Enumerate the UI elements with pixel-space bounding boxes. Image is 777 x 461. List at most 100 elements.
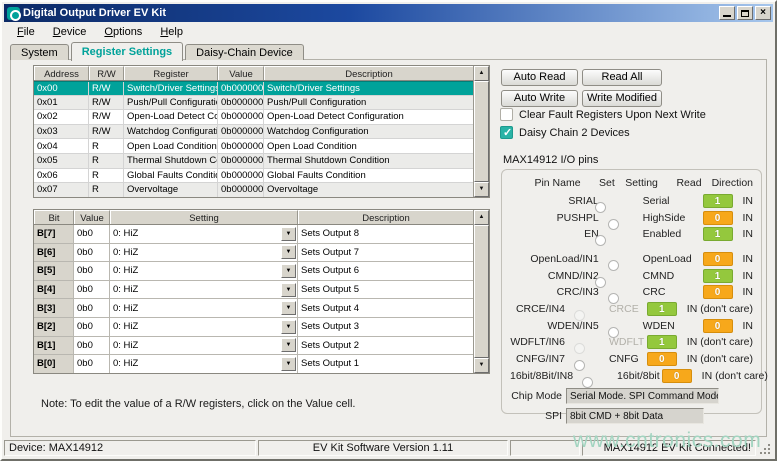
resize-grip[interactable] xyxy=(759,443,771,455)
bit-table-row[interactable]: B[5] 0b0 0: HiZ ▼ Sets Output 6 xyxy=(34,262,473,281)
chip-mode-label: Chip Mode xyxy=(510,390,566,402)
pin-direction: IN (don't care) xyxy=(692,370,768,382)
pin-row: 16bit/8Bit/IN8 16bit/8bit 0 IN (don't ca… xyxy=(510,368,753,384)
header-setting: Setting xyxy=(619,177,674,189)
pin-direction: IN xyxy=(733,195,754,207)
setting-dropdown[interactable]: 0: HiZ ▼ xyxy=(113,244,296,262)
scroll-up-icon[interactable]: ▲ xyxy=(474,210,489,225)
bit-table-row[interactable]: B[6] 0b0 0: HiZ ▼ Sets Output 7 xyxy=(34,244,473,263)
scroll-down-icon[interactable]: ▼ xyxy=(474,358,489,373)
bit-table-header: Bit Value Setting Description xyxy=(34,210,473,225)
register-table-row[interactable]: 0x05 R Thermal Shutdown Con... 0b0000000… xyxy=(34,154,473,169)
pin-setting-label: 16bit/8bit xyxy=(611,370,660,382)
chevron-down-icon[interactable]: ▼ xyxy=(281,245,296,259)
clear-fault-checkbox-row[interactable]: Clear Fault Registers Upon Next Write xyxy=(500,108,706,121)
chevron-down-icon[interactable]: ▼ xyxy=(281,357,296,371)
register-table-row[interactable]: 0x06 R Global Faults Condition 0b0000000… xyxy=(34,169,473,184)
app-window: Digital Output Driver EV Kit × FileDevic… xyxy=(0,0,777,461)
bit-table-row[interactable]: B[4] 0b0 0: HiZ ▼ Sets Output 5 xyxy=(34,281,473,300)
toggle-knob xyxy=(595,235,606,246)
header-direction: Direction xyxy=(702,177,753,189)
close-button[interactable]: × xyxy=(755,6,771,20)
chevron-down-icon[interactable]: ▼ xyxy=(281,338,296,352)
toggle-knob xyxy=(582,377,593,388)
bit-table-row[interactable]: B[3] 0b0 0: HiZ ▼ Sets Output 4 xyxy=(34,299,473,318)
col-setting: Setting xyxy=(110,210,298,224)
bit-table-row[interactable]: B[0] 0b0 0: HiZ ▼ Sets Output 1 xyxy=(34,355,473,373)
status-device: Device: MAX14912 xyxy=(4,440,256,456)
register-table-scrollbar[interactable]: ▲ ▼ xyxy=(473,66,489,197)
chevron-down-icon[interactable]: ▼ xyxy=(281,301,296,315)
pin-direction: IN (don't care) xyxy=(677,353,753,365)
value-cell[interactable]: 0b00000000 xyxy=(218,183,264,197)
setting-dropdown[interactable]: 0: HiZ ▼ xyxy=(113,337,296,355)
pin-name: CMND/IN2 xyxy=(510,270,607,282)
bit-table-row[interactable]: B[1] 0b0 0: HiZ ▼ Sets Output 2 xyxy=(34,337,473,356)
menu-options[interactable]: Options xyxy=(95,24,151,40)
pin-direction: IN xyxy=(733,270,754,282)
setting-dropdown[interactable]: 0: HiZ ▼ xyxy=(113,355,296,373)
value-cell[interactable]: 0b00000000 xyxy=(218,96,264,110)
register-table-row[interactable]: 0x01 R/W Push/Pull Configuration 0b00000… xyxy=(34,96,473,111)
register-table-row[interactable]: 0x07 R Overvoltage 0b00000000 Overvoltag… xyxy=(34,183,473,197)
pin-row: OpenLoad/IN1 OpenLoad 0 IN xyxy=(510,251,753,267)
minimize-button[interactable] xyxy=(719,6,735,20)
register-table-row[interactable]: 0x02 R/W Open-Load Detect Confi... 0b000… xyxy=(34,110,473,125)
status-version: EV Kit Software Version 1.11 xyxy=(258,440,508,456)
read-all-button[interactable]: Read All xyxy=(582,69,662,86)
register-table-row[interactable]: 0x00 R/W Switch/Driver Settings 0b000000… xyxy=(34,81,473,96)
setting-dropdown[interactable]: 0: HiZ ▼ xyxy=(113,281,296,299)
bit-table-scrollbar[interactable]: ▲ ▼ xyxy=(473,210,489,373)
value-cell[interactable]: 0b00000000 xyxy=(218,169,264,183)
tab-register-settings[interactable]: Register Settings xyxy=(71,42,183,61)
value-cell[interactable]: 0b00000000 xyxy=(218,110,264,124)
tab-daisy-chain-device[interactable]: Daisy-Chain Device xyxy=(185,44,304,60)
scroll-up-icon[interactable]: ▲ xyxy=(474,66,489,81)
io-pins-panel: Pin Name Set Setting Read Direction SRIA… xyxy=(501,169,762,414)
scroll-down-icon[interactable]: ▼ xyxy=(474,182,489,197)
value-cell[interactable]: 0b00000000 xyxy=(218,139,264,153)
auto-write-button[interactable]: Auto Write xyxy=(501,90,578,107)
scrollbar-thumb[interactable] xyxy=(474,81,489,182)
value-cell[interactable]: 0b00000000 xyxy=(218,125,264,139)
value-cell[interactable]: 0b00000000 xyxy=(218,82,264,95)
menu-file[interactable]: File xyxy=(8,24,44,40)
statusbar: Device: MAX14912 EV Kit Software Version… xyxy=(4,439,773,457)
setting-dropdown[interactable]: 0: HiZ ▼ xyxy=(113,299,296,317)
header-read: Read xyxy=(676,177,701,189)
register-table-row[interactable]: 0x03 R/W Watchdog Configuration 0b000000… xyxy=(34,125,473,140)
scrollbar-thumb[interactable] xyxy=(474,225,489,358)
pin-setting-label: WDFLT xyxy=(603,336,645,348)
menubar: FileDeviceOptionsHelp xyxy=(4,22,773,41)
daisy-chain-checkbox[interactable] xyxy=(500,126,513,139)
setting-dropdown[interactable]: 0: HiZ ▼ xyxy=(113,318,296,336)
bit-table: Bit Value Setting Description B[7] 0b0 0… xyxy=(33,209,490,374)
chevron-down-icon[interactable]: ▼ xyxy=(281,227,296,241)
setting-dropdown[interactable]: 0: HiZ ▼ xyxy=(113,262,296,280)
tab-system[interactable]: System xyxy=(10,44,69,60)
setting-dropdown[interactable]: 0: HiZ ▼ xyxy=(113,225,296,243)
pin-direction: IN xyxy=(733,320,754,332)
value-cell[interactable]: 0b00000000 xyxy=(218,154,264,168)
bit-table-row[interactable]: B[7] 0b0 0: HiZ ▼ Sets Output 8 xyxy=(34,225,473,244)
auto-read-button[interactable]: Auto Read xyxy=(501,69,578,86)
toggle-knob xyxy=(608,219,619,230)
menu-device[interactable]: Device xyxy=(44,24,96,40)
write-modified-button[interactable]: Write Modified xyxy=(582,90,662,107)
daisy-chain-checkbox-row[interactable]: Daisy Chain 2 Devices xyxy=(500,126,630,139)
pin-setting-label: CRCE xyxy=(603,303,645,315)
register-table-row[interactable]: 0x04 R Open Load Condition 0b00000000 Op… xyxy=(34,139,473,154)
maximize-button[interactable] xyxy=(737,6,753,20)
pin-read-indicator: 0 xyxy=(662,369,692,383)
chevron-down-icon[interactable]: ▼ xyxy=(281,264,296,278)
chevron-down-icon[interactable]: ▼ xyxy=(281,320,296,334)
menu-help[interactable]: Help xyxy=(151,24,192,40)
pin-row: PUSHPL HighSide 0 IN xyxy=(510,210,753,226)
pin-direction: IN xyxy=(733,228,754,240)
chevron-down-icon[interactable]: ▼ xyxy=(281,283,296,297)
clear-fault-checkbox[interactable] xyxy=(500,108,513,121)
pin-row: CRC/IN3 CRC 0 IN xyxy=(510,284,753,300)
pin-row: EN Enabled 1 IN xyxy=(510,226,753,242)
bit-table-row[interactable]: B[2] 0b0 0: HiZ ▼ Sets Output 3 xyxy=(34,318,473,337)
note-text: Note: To edit the value of a R/W registe… xyxy=(41,398,355,410)
